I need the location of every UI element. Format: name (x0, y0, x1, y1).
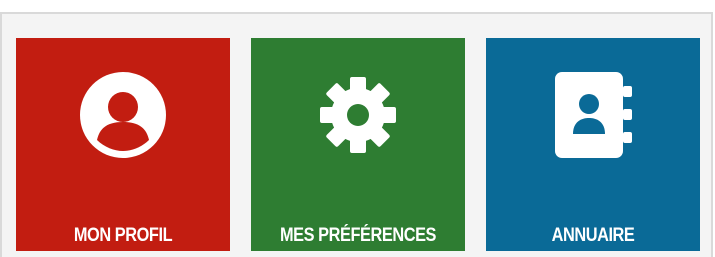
tile-label: MES PRÉFÉRENCES (279, 225, 437, 246)
tile-mes-preferences[interactable]: MES PRÉFÉRENCES (251, 38, 465, 251)
tile-mon-profil[interactable]: MON PROFIL (16, 38, 230, 251)
tile-label: MON PROFIL (73, 225, 173, 246)
gear-icon (251, 72, 465, 158)
user-circle-icon (16, 72, 230, 158)
tile-annuaire[interactable]: ANNUAIRE (486, 38, 700, 251)
tile-label: ANNUAIRE (551, 225, 635, 246)
address-book-icon (486, 72, 700, 158)
